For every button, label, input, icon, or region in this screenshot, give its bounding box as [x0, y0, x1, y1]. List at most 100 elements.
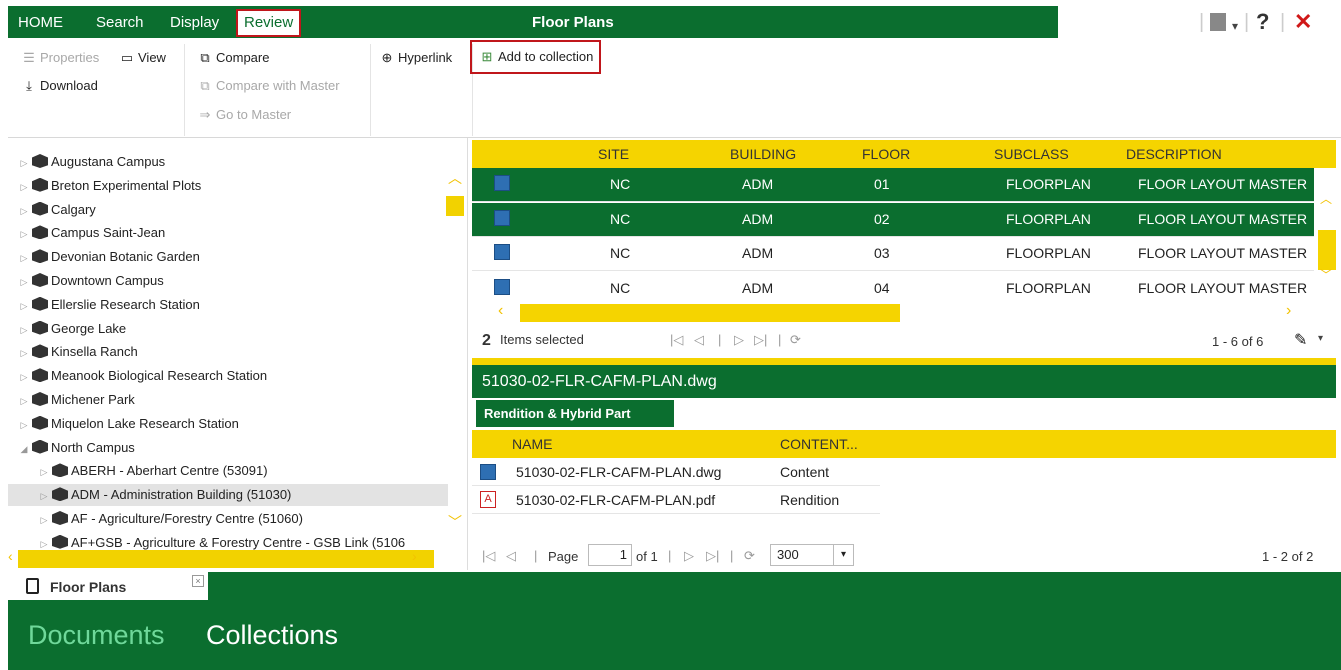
- prev-page-icon[interactable]: ◁: [694, 332, 704, 348]
- cell-name: 51030-02-FLR-CAFM-PLAN.pdf: [516, 492, 716, 508]
- column-description[interactable]: DESCRIPTION: [1126, 146, 1222, 162]
- tree-node[interactable]: ◢ North Campus: [8, 437, 448, 459]
- cell-site: NC: [610, 176, 631, 192]
- dwg-file-icon: [480, 464, 496, 480]
- next-page-icon[interactable]: ▷: [684, 548, 694, 564]
- download-button[interactable]: ⤓ Download: [20, 76, 98, 96]
- collapsed-arrow-icon[interactable]: ▷: [18, 342, 30, 364]
- chevron-up-icon[interactable]: ︿: [448, 168, 462, 188]
- collapsed-arrow-icon[interactable]: ▷: [38, 509, 50, 531]
- tree-node[interactable]: ▷ Breton Experimental Plots: [8, 175, 448, 197]
- grid-horizontal-scrollbar[interactable]: ‹ ›: [472, 302, 1314, 324]
- section-divider: [472, 358, 1336, 365]
- floor-plans-tab[interactable]: Floor Plans ×: [8, 572, 208, 600]
- go-to-master-button[interactable]: ⇒ Go to Master: [196, 105, 292, 125]
- tab-rendition-hybrid[interactable]: Rendition & Hybrid Part: [476, 400, 674, 427]
- grid-vertical-scroll-thumb[interactable]: [1318, 230, 1336, 270]
- tree-node[interactable]: ▷ Michener Park: [8, 389, 448, 411]
- collapsed-arrow-icon[interactable]: ▷: [18, 390, 30, 412]
- tree-node[interactable]: ▷ Kinsella Ranch: [8, 341, 448, 363]
- tree-node[interactable]: ▷ Devonian Botanic Garden: [8, 246, 448, 268]
- collapsed-arrow-icon[interactable]: ▷: [18, 176, 30, 198]
- tree-node[interactable]: ▷ Downtown Campus: [8, 270, 448, 292]
- documents-link[interactable]: Documents: [28, 620, 165, 651]
- tree-node[interactable]: ▷ Ellerslie Research Station: [8, 294, 448, 316]
- collapsed-arrow-icon[interactable]: ▷: [18, 295, 30, 317]
- page-input[interactable]: 1: [588, 544, 632, 566]
- collapsed-arrow-icon[interactable]: ▷: [18, 223, 30, 245]
- tab-display[interactable]: Display: [164, 10, 225, 35]
- chevron-down-icon[interactable]: ▾: [1318, 333, 1323, 344]
- tree-node[interactable]: ▷ George Lake: [8, 318, 448, 340]
- chevron-right-icon[interactable]: ›: [412, 548, 417, 564]
- last-page-icon[interactable]: ▷|: [706, 548, 719, 564]
- table-row[interactable]: NC ADM 04 FLOORPLAN FLOOR LAYOUT MASTER: [472, 272, 1314, 306]
- collapsed-arrow-icon[interactable]: ▷: [18, 366, 30, 388]
- chevron-right-icon[interactable]: ›: [1286, 302, 1291, 320]
- help-icon[interactable]: ?: [1256, 10, 1269, 34]
- hyperlink-button[interactable]: ⊕ Hyperlink: [378, 48, 453, 68]
- tree-node[interactable]: ▷ ABERH - Aberhart Centre (53091): [8, 460, 448, 482]
- bookmark-icon[interactable]: [1210, 13, 1226, 31]
- dwg-file-icon: [494, 278, 510, 295]
- prev-page-icon[interactable]: ◁: [506, 548, 516, 564]
- tree-node[interactable]: ▷ Meanook Biological Research Station: [8, 365, 448, 387]
- first-page-icon[interactable]: |◁: [482, 548, 495, 564]
- view-button[interactable]: ▭ View: [118, 48, 166, 68]
- compare-with-master-button[interactable]: ⧉ Compare with Master: [196, 76, 339, 96]
- column-floor[interactable]: FLOOR: [862, 146, 910, 162]
- tree-vertical-scrollbar[interactable]: ︿ ﹀: [446, 168, 466, 530]
- expanded-arrow-icon[interactable]: ◢: [18, 438, 30, 460]
- chevron-down-icon[interactable]: ﹀: [448, 512, 462, 532]
- chevron-up-icon[interactable]: ︿: [1320, 190, 1332, 207]
- chevron-left-icon[interactable]: ‹: [498, 302, 503, 320]
- close-icon[interactable]: ✕: [1294, 10, 1312, 34]
- collapsed-arrow-icon[interactable]: ▷: [38, 461, 50, 483]
- tree-scroll-thumb[interactable]: [446, 196, 464, 216]
- collapsed-arrow-icon[interactable]: ▷: [18, 200, 30, 222]
- tree-node[interactable]: ▷ Miquelon Lake Research Station: [8, 413, 448, 435]
- page-size-select[interactable]: 300 ▾: [770, 544, 854, 566]
- collapsed-arrow-icon[interactable]: ▷: [18, 414, 30, 436]
- tree-node[interactable]: ▷ ADM - Administration Building (51030): [8, 484, 448, 507]
- tree-horizontal-scrollbar[interactable]: [18, 550, 434, 568]
- column-subclass[interactable]: SUBCLASS: [994, 146, 1069, 162]
- rendition-row[interactable]: 51030-02-FLR-CAFM-PLAN.dwg Content: [472, 458, 880, 486]
- collections-link[interactable]: Collections: [206, 620, 338, 651]
- tab-review[interactable]: Review: [236, 9, 302, 37]
- last-page-icon[interactable]: ▷|: [754, 332, 767, 348]
- refresh-icon[interactable]: ⟳: [790, 332, 801, 348]
- tree-node[interactable]: ▷ Campus Saint-Jean: [8, 222, 448, 244]
- close-tab-icon[interactable]: ×: [192, 575, 204, 587]
- column-content[interactable]: CONTENT...: [780, 436, 858, 452]
- chevron-down-icon[interactable]: ▾: [833, 545, 853, 565]
- column-building[interactable]: BUILDING: [730, 146, 796, 162]
- refresh-icon[interactable]: ⟳: [744, 548, 755, 564]
- tab-search[interactable]: Search: [90, 10, 150, 35]
- chevron-down-icon[interactable]: ﹀: [1320, 266, 1332, 283]
- collapsed-arrow-icon[interactable]: ▷: [18, 319, 30, 341]
- chevron-left-icon[interactable]: ‹: [8, 548, 13, 564]
- collapsed-arrow-icon[interactable]: ▷: [18, 247, 30, 269]
- pencil-icon[interactable]: ✎: [1294, 330, 1307, 350]
- collapsed-arrow-icon[interactable]: ▷: [18, 152, 30, 174]
- tree-node[interactable]: ▷ Calgary: [8, 199, 448, 221]
- tab-home[interactable]: HOME: [12, 10, 69, 35]
- column-site[interactable]: SITE: [598, 146, 629, 162]
- properties-button[interactable]: ☰ Properties: [20, 48, 99, 68]
- next-page-icon[interactable]: ▷: [734, 332, 744, 348]
- add-to-collection-button[interactable]: ⊞ Add to collection: [470, 40, 602, 74]
- tree-node[interactable]: ▷ Augustana Campus: [8, 151, 448, 173]
- chevron-down-icon[interactable]: ▾: [1232, 14, 1238, 38]
- compare-button[interactable]: ⧉ Compare: [196, 48, 269, 68]
- table-row[interactable]: NC ADM 02 FLOORPLAN FLOOR LAYOUT MASTER: [472, 202, 1314, 237]
- collapsed-arrow-icon[interactable]: ▷: [38, 485, 50, 507]
- column-name[interactable]: NAME: [512, 436, 552, 452]
- table-row[interactable]: NC ADM 03 FLOORPLAN FLOOR LAYOUT MASTER: [472, 237, 1314, 271]
- rendition-row[interactable]: A 51030-02-FLR-CAFM-PLAN.pdf Rendition: [472, 486, 880, 514]
- first-page-icon[interactable]: |◁: [670, 332, 683, 348]
- collapsed-arrow-icon[interactable]: ▷: [18, 271, 30, 293]
- tree-node[interactable]: ▷ AF - Agriculture/Forestry Centre (51060…: [8, 508, 448, 530]
- table-row[interactable]: NC ADM 01 FLOORPLAN FLOOR LAYOUT MASTER: [472, 168, 1314, 202]
- grid-scroll-thumb[interactable]: [520, 304, 900, 322]
